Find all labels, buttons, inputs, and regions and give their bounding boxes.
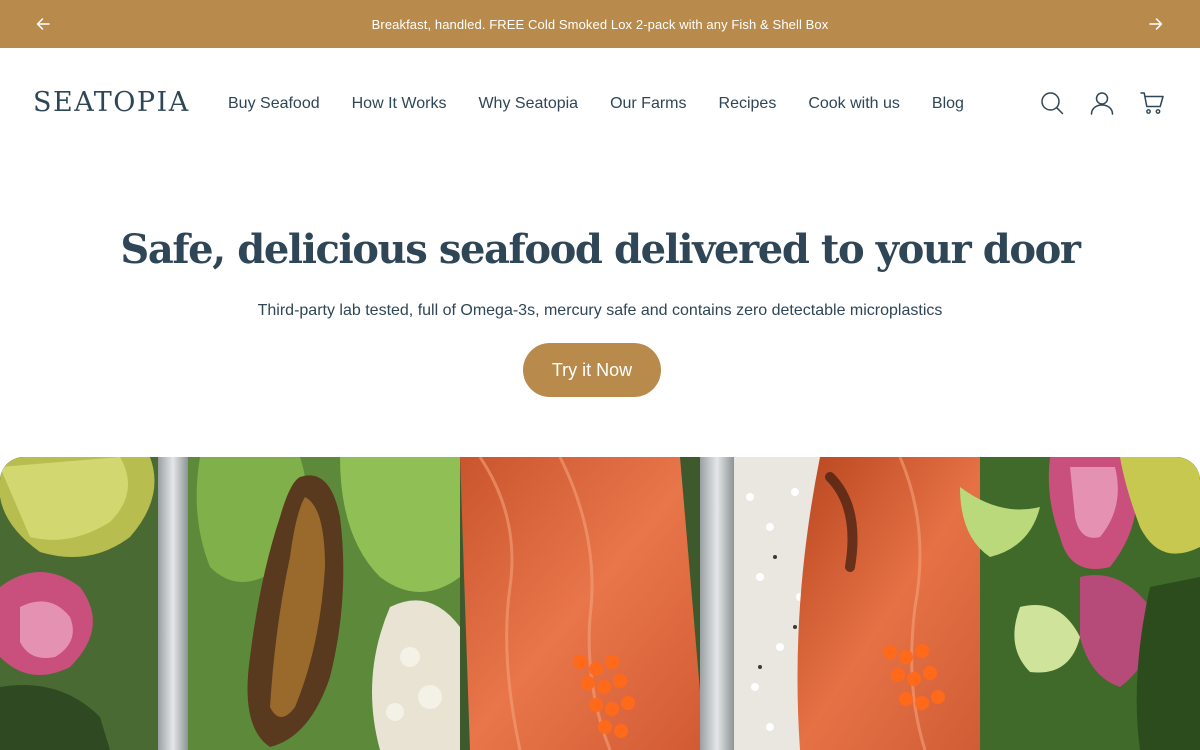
arrow-left-icon (36, 18, 50, 30)
search-icon (1041, 92, 1064, 115)
arrow-right-icon (1149, 18, 1163, 30)
announcement-bar: Breakfast, handled. FREE Cold Smoked Lox… (0, 0, 1200, 48)
try-it-now-button[interactable]: Try it Now (523, 343, 661, 397)
announcement-next-button[interactable] (1144, 12, 1168, 36)
cart-button[interactable] (1139, 90, 1165, 116)
nav-item-cook-with-us[interactable]: Cook with us (808, 93, 900, 115)
hero-title: Safe, delicious seafood delivered to you… (120, 226, 1081, 273)
hero-subtitle: Third-party lab tested, full of Omega-3s… (257, 302, 943, 319)
nav-item-how-it-works[interactable]: How It Works (352, 93, 447, 115)
main-nav: Buy Seafood How It Works Why Seatopia Ou… (228, 93, 964, 115)
nav-item-recipes[interactable]: Recipes (719, 93, 777, 115)
account-icon (1090, 92, 1114, 115)
site-header: SEATOPIA Buy Seafood How It Works Why Se… (0, 48, 1200, 160)
nav-item-buy-seafood[interactable]: Buy Seafood (228, 93, 320, 115)
announcement-prev-button[interactable] (31, 12, 55, 36)
meal-prep-photo (0, 457, 1200, 750)
cart-icon (1140, 92, 1164, 114)
hero-image (0, 457, 1200, 750)
nav-item-our-farms[interactable]: Our Farms (610, 93, 686, 115)
nav-item-blog[interactable]: Blog (932, 93, 964, 115)
search-button[interactable] (1039, 90, 1065, 116)
seatopia-logo[interactable]: SEATOPIA (33, 86, 190, 120)
nav-item-why-seatopia[interactable]: Why Seatopia (478, 93, 578, 115)
announcement-text[interactable]: Breakfast, handled. FREE Cold Smoked Lox… (372, 17, 829, 32)
account-button[interactable] (1089, 90, 1115, 116)
